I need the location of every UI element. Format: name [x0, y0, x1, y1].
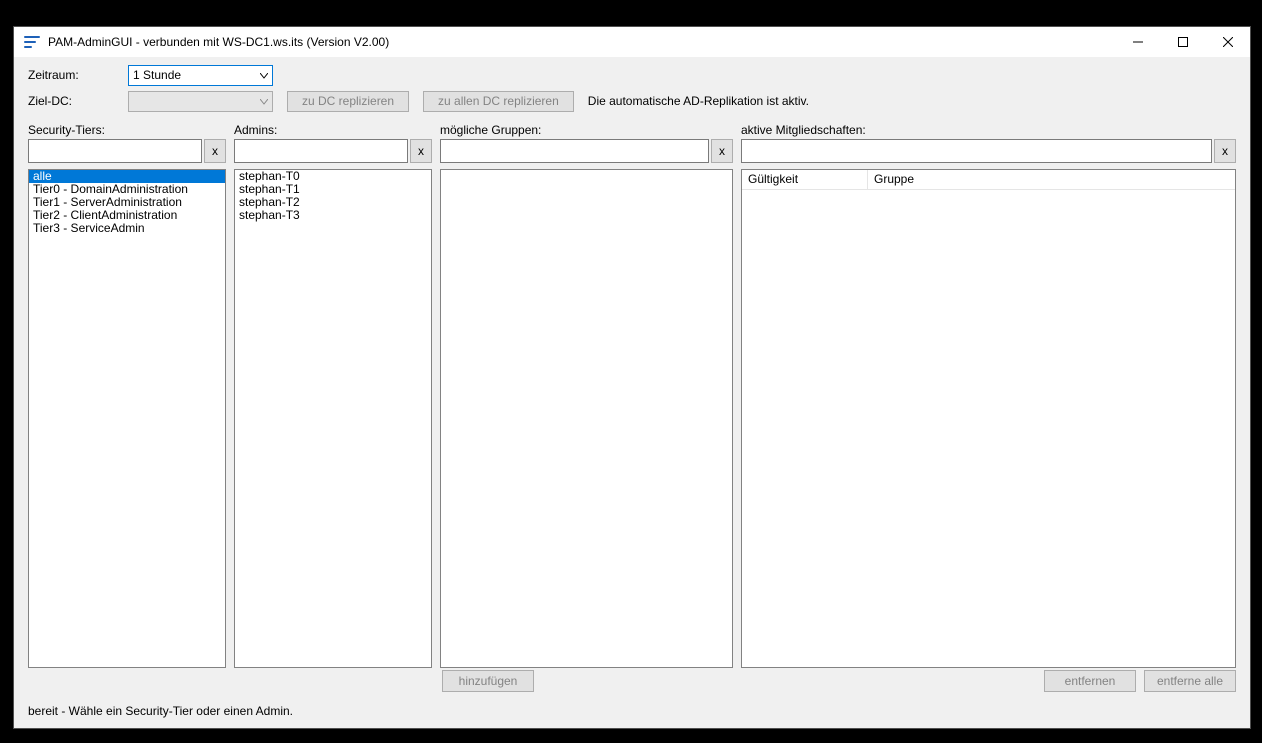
zeitraum-label: Zeitraum:	[28, 68, 128, 82]
memberships-grid[interactable]: Gültigkeit Gruppe	[741, 169, 1236, 668]
grid-header-validity[interactable]: Gültigkeit	[742, 170, 867, 189]
admins-filter-clear-button[interactable]: x	[410, 139, 432, 163]
zeitraum-combo[interactable]: 1 Stunde	[128, 65, 273, 86]
admins-listbox[interactable]: stephan-T0 stephan-T1 stephan-T2 stephan…	[234, 169, 432, 668]
zeitraum-value: 1 Stunde	[133, 68, 181, 82]
chevron-down-icon	[260, 94, 268, 108]
grid-header-group[interactable]: Gruppe	[867, 170, 1235, 189]
groups-filter-clear-button[interactable]: x	[711, 139, 733, 163]
memberships-filter-input[interactable]	[741, 139, 1212, 163]
maximize-button[interactable]	[1160, 27, 1205, 57]
zieldc-label: Ziel-DC:	[28, 94, 128, 108]
admins-filter-input[interactable]	[234, 139, 408, 163]
groups-label: mögliche Gruppen:	[440, 119, 733, 139]
app-icon	[24, 36, 40, 48]
tiers-listbox[interactable]: alle Tier0 - DomainAdministration Tier1 …	[28, 169, 226, 668]
memberships-label: aktive Mitgliedschaften:	[741, 119, 1236, 139]
groups-filter-input[interactable]	[440, 139, 709, 163]
window-title: PAM-AdminGUI - verbunden mit WS-DC1.ws.i…	[48, 35, 389, 49]
list-item[interactable]: stephan-T3	[235, 209, 431, 222]
zieldc-combo	[128, 91, 273, 112]
list-item[interactable]: Tier3 - ServiceAdmin	[29, 222, 225, 235]
tiers-label: Security-Tiers:	[28, 119, 226, 139]
window: PAM-AdminGUI - verbunden mit WS-DC1.ws.i…	[13, 26, 1251, 729]
minimize-button[interactable]	[1115, 27, 1160, 57]
tiers-filter-clear-button[interactable]: x	[204, 139, 226, 163]
grid-body	[742, 190, 1235, 667]
chevron-down-icon	[260, 68, 268, 82]
memberships-filter-clear-button[interactable]: x	[1214, 139, 1236, 163]
close-button[interactable]	[1205, 27, 1250, 57]
remove-button: entfernen	[1044, 670, 1136, 692]
status-bar: bereit - Wähle ein Security-Tier oder ei…	[28, 704, 293, 718]
admins-label: Admins:	[234, 119, 432, 139]
remove-all-button: entferne alle	[1144, 670, 1236, 692]
replicate-all-dc-button: zu allen DC replizieren	[423, 91, 574, 112]
replicate-dc-button: zu DC replizieren	[287, 91, 409, 112]
groups-listbox[interactable]	[440, 169, 733, 668]
replication-info: Die automatische AD-Replikation ist akti…	[588, 94, 809, 108]
add-button: hinzufügen	[442, 670, 534, 692]
titlebar: PAM-AdminGUI - verbunden mit WS-DC1.ws.i…	[14, 27, 1250, 57]
tiers-filter-input[interactable]	[28, 139, 202, 163]
